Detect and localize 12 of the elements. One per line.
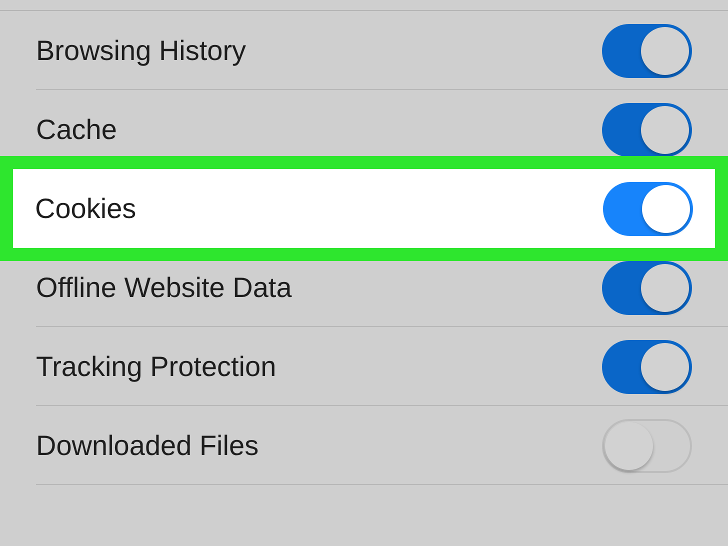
setting-label: Cookies [35,192,136,224]
toggle-switch[interactable] [602,102,692,156]
setting-label: Offline Website Data [36,272,292,304]
toggle-switch[interactable] [602,260,692,314]
toggle-switch[interactable] [602,340,692,394]
setting-label: Cache [36,114,117,146]
setting-label: Downloaded Files [36,430,259,462]
toggle-switch[interactable] [602,418,692,472]
setting-label: Tracking Protection [36,350,276,382]
setting-label: Browsing History [36,34,246,66]
toggle-switch[interactable] [603,182,693,236]
toggle-switch[interactable] [602,24,692,78]
